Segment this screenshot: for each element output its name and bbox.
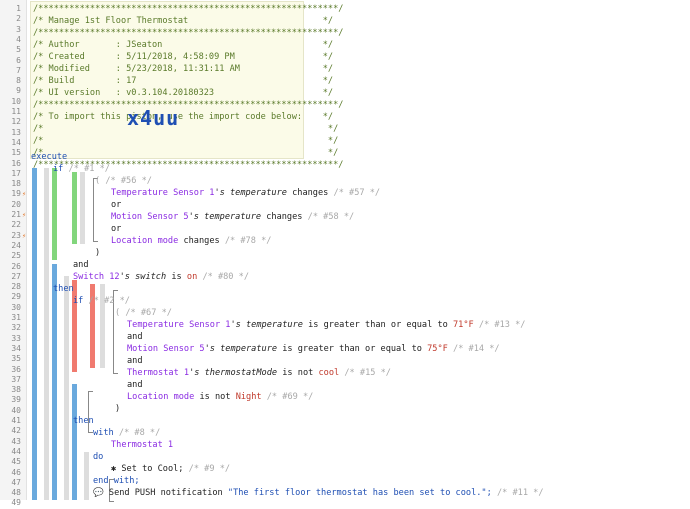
condition-temp-sensor-1-gte: Temperature Sensor 1's temperature is gr… — [127, 320, 526, 330]
group1-bar-gray — [80, 172, 85, 244]
header-comment-line: /* Author : JSeaton */ — [33, 40, 334, 50]
and-operator-1: and — [73, 260, 89, 270]
header-comment-line: /* UI version : v0.3.104.20180323 */ — [33, 88, 334, 98]
header-comment-line: /* */ — [33, 148, 339, 158]
piston-viewer: 1 2 3 4 5 6 7 8 9 10 11 12 13 14 15 16 17 18 19 20 21 22 23 24 2… — [0, 0, 690, 507]
task-set-to-cool: ✱ Set to Cool; /* #9 */ — [111, 464, 231, 474]
header-comment-line: /***************************************… — [33, 28, 344, 38]
trigger-marker-icon: ⚡ — [22, 231, 27, 240]
group1-bar-green — [72, 172, 77, 244]
if1-bar-gray — [44, 168, 49, 500]
header-comment-line: /***************************************… — [33, 100, 344, 110]
with-statement-1: with /* #8 */ — [93, 428, 161, 438]
and-operator-2: and — [127, 332, 143, 342]
line-number: 49 — [11, 498, 21, 508]
import-code-text: x4uu — [127, 106, 180, 130]
end-with-1: end with; — [93, 476, 140, 486]
then-keyword-1: then — [53, 284, 74, 294]
and-operator-3: and — [127, 356, 143, 366]
group1-brace — [93, 178, 98, 242]
header-comment-line: /***************************************… — [33, 4, 344, 14]
push-notification-action: 💬 Send PUSH notification "The first floo… — [93, 488, 544, 498]
header-comment-line: /* Created : 5/11/2018, 4:58:09 PM */ — [33, 52, 334, 62]
condition-location-mode-changes: Location mode changes /* #78 */ — [111, 236, 272, 246]
header-comment-line: /* Build : 17 */ — [33, 76, 334, 86]
line-number-gutter: 1 2 3 4 5 6 7 8 9 10 11 12 13 14 15 16 17 18 19 20 21 22 23 24 2… — [0, 0, 27, 507]
group2-open: ( /* #67 */ — [115, 308, 172, 318]
trigger-marker-icon: ⚡ — [22, 190, 27, 199]
then-keyword-2: then — [73, 416, 94, 426]
header-comment-line: /* Modified : 5/23/2018, 11:31:11 AM */ — [33, 64, 334, 74]
group1-close: ) — [95, 248, 101, 258]
if1-condition-bar — [52, 168, 57, 260]
trigger-marker-icon: ⚡ — [22, 211, 27, 219]
with-device-thermostat-1: Thermostat 1 — [111, 440, 174, 450]
if2-statement: if /* #2 */ — [73, 296, 130, 306]
group1-open: ( /* #56 */ — [95, 176, 152, 186]
condition-location-mode-not-night: Location mode is not Night /* #69 */ — [127, 392, 314, 402]
do-keyword-1: do — [93, 452, 104, 462]
header-comment-line: /* */ — [33, 136, 339, 146]
execute-keyword: execute — [31, 152, 68, 162]
condition-thermostat-mode-not-cool: Thermostat 1's thermostatMode is not coo… — [127, 368, 391, 378]
group2-close: ) — [115, 404, 121, 414]
gear-icon: ✱ — [111, 464, 117, 474]
condition-motion-sensor-5-changes: Motion Sensor 5's temperature changes /*… — [111, 212, 355, 222]
header-comment-line: /* To import this piston, use the import… — [33, 112, 334, 122]
header-comment-line: /* Manage 1st Floor Thermostat */ — [33, 16, 334, 26]
or-operator-2: or — [111, 224, 122, 234]
or-operator-1: or — [111, 200, 122, 210]
chat-bubble-icon: 💬 — [93, 488, 104, 498]
if1-statement: if /* #1 */ — [53, 164, 110, 174]
condition-motion-sensor-5-gte: Motion Sensor 5's temperature is greater… — [127, 344, 500, 354]
import-code: x4uu — [127, 108, 179, 129]
execute-block-bar — [32, 168, 37, 500]
if2-then-bar — [72, 384, 77, 500]
condition-temperature-sensor-1-changes: Temperature Sensor 1's temperature chang… — [111, 188, 381, 198]
if3-bar-gray — [84, 452, 89, 500]
and-operator-4: and — [127, 380, 143, 390]
header-comment-line: /* */ — [33, 124, 339, 134]
if2-bar-gray — [64, 276, 69, 500]
condition-switch-12-on: Switch 12's switch is on /* #80 */ — [73, 272, 250, 282]
if1-then-bar — [52, 264, 57, 500]
